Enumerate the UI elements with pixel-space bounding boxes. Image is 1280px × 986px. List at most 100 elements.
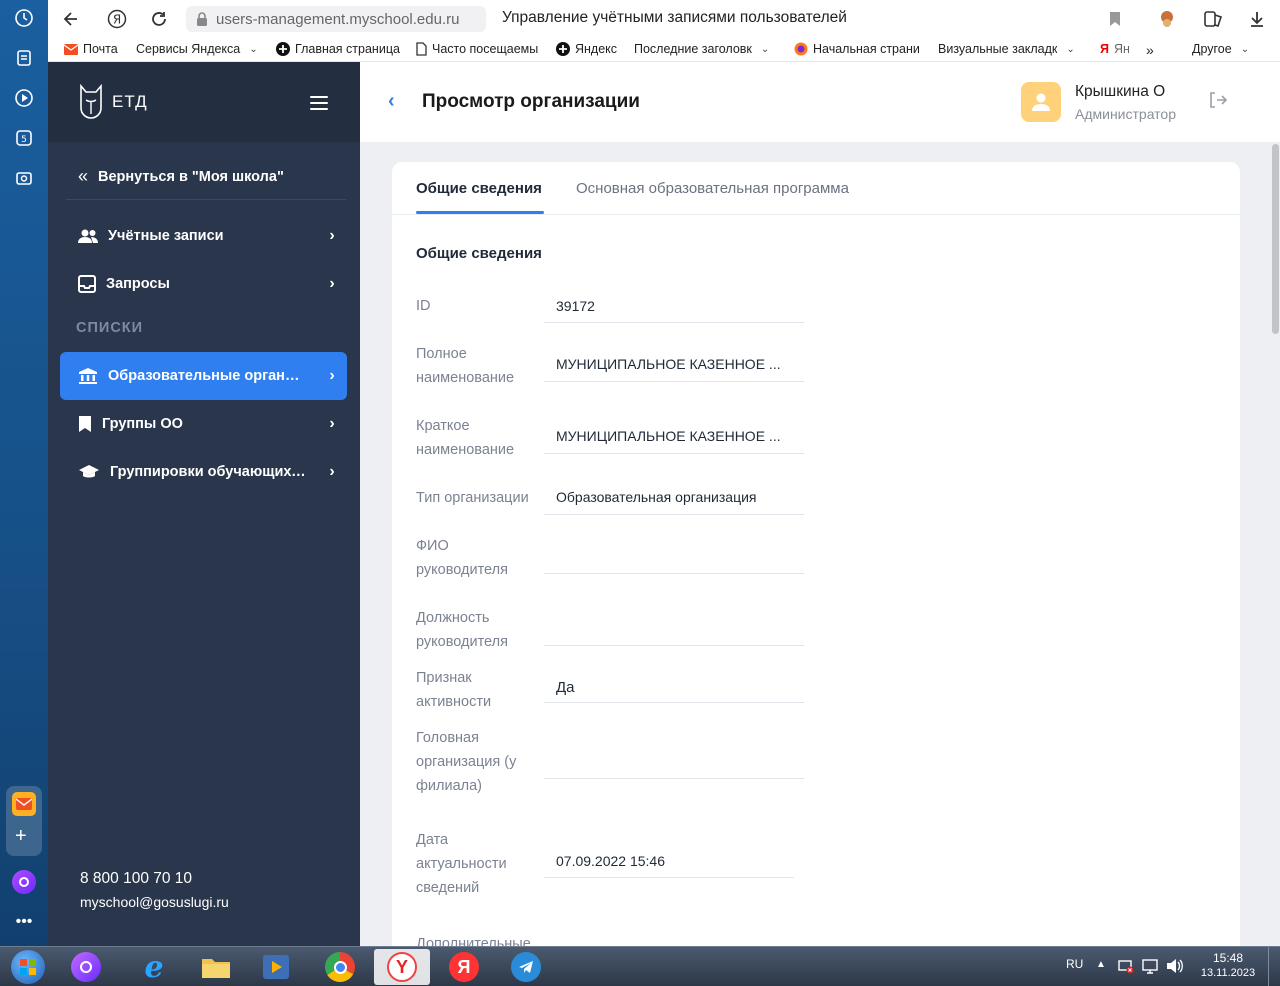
- field-value-id: 39172: [544, 294, 804, 323]
- field-label-active-flag: Признак активности: [416, 670, 492, 710]
- browser-side-panel: 5 + •••: [0, 0, 48, 946]
- bookmark-start-page[interactable]: Начальная страни: [794, 42, 924, 56]
- user-name: Крышкина О: [1075, 83, 1166, 100]
- user-icon: [1032, 93, 1050, 111]
- more-bookmarks-icon[interactable]: »: [1146, 42, 1166, 58]
- calendar-icon[interactable]: 5: [12, 126, 36, 150]
- bookmark-label: Часто посещаемы: [432, 42, 539, 56]
- bookmark-label: Главная страница: [295, 42, 400, 56]
- taskbar: e Y Я RU ▲ 15:48 13.11.2023: [0, 946, 1280, 986]
- taskbar-telegram-icon[interactable]: [498, 949, 554, 985]
- bookmark-label: Яндекс: [575, 42, 618, 56]
- section-label-lists: СПИСКИ: [76, 320, 144, 336]
- taskbar-yandex-icon[interactable]: Я: [436, 949, 492, 985]
- mail-icon[interactable]: [12, 792, 36, 816]
- taskbar-media-icon[interactable]: [248, 949, 304, 985]
- clock-date: 13.11.2023: [1200, 967, 1256, 979]
- bookmark-yandex-services[interactable]: Сервисы Яндекса ⌄: [136, 42, 266, 56]
- bookmark-ya[interactable]: Я Ян: [1100, 42, 1136, 56]
- back-chevron-icon[interactable]: ‹: [388, 90, 395, 113]
- sidebar-item-student-groupings[interactable]: Группировки обучающихся ›: [60, 448, 347, 496]
- menu-icon[interactable]: [310, 96, 328, 110]
- volume-icon[interactable]: [1166, 958, 1184, 977]
- reload-icon[interactable]: [148, 8, 170, 30]
- chevron-right-icon: ›: [329, 463, 335, 480]
- sidebar-item-edu-orgs[interactable]: Образовательные организа... ›: [60, 352, 347, 400]
- support-email[interactable]: myschool@gosuslugi.ru: [80, 894, 229, 910]
- back-arrow-icon[interactable]: [60, 8, 82, 30]
- taskbar-chrome-icon[interactable]: [312, 949, 368, 985]
- tabs: Общие сведения Основная образовательная …: [392, 162, 1240, 215]
- bookmark-frequent[interactable]: Часто посещаемы: [416, 42, 542, 56]
- sidebar-header: ЕТД: [48, 62, 360, 142]
- screenshot-icon[interactable]: [12, 166, 36, 190]
- bookmark-yandex[interactable]: Яндекс: [556, 42, 622, 56]
- field-label-additional: Дополнительные: [416, 936, 531, 946]
- alice-icon[interactable]: [12, 870, 36, 894]
- field-value-short-name: МУНИЦИПАЛЬНОЕ КАЗЕННОЕ ...: [544, 414, 804, 454]
- tab-main-edu-program[interactable]: Основная образовательная программа: [576, 180, 849, 197]
- logo-text: ЕТД: [112, 92, 148, 111]
- history-icon[interactable]: [12, 6, 36, 30]
- bookmark-label: Визуальные закладк: [938, 42, 1058, 56]
- owl-logo-icon: [80, 84, 102, 119]
- sidebar-item-label: Образовательные организа...: [108, 368, 307, 384]
- chevron-down-icon: ⌄: [249, 43, 258, 55]
- field-value-org-type: Образовательная организация: [544, 486, 804, 515]
- scrollbar[interactable]: [1270, 142, 1280, 946]
- scrollbar-thumb[interactable]: [1272, 144, 1279, 334]
- add-icon[interactable]: +: [15, 826, 27, 846]
- taskbar-ie-icon[interactable]: e: [126, 949, 182, 985]
- sidebar-item-accounts[interactable]: Учётные записи ›: [60, 212, 347, 260]
- bookmark-icon: [79, 416, 91, 432]
- address-bar[interactable]: users-management.myschool.edu.ru: [186, 6, 486, 32]
- tray-expand-icon[interactable]: ▲: [1096, 959, 1106, 970]
- start-button[interactable]: [0, 949, 56, 985]
- video-icon[interactable]: [12, 86, 36, 110]
- language-indicator[interactable]: RU: [1066, 957, 1083, 971]
- chevron-down-icon: ⌄: [1240, 43, 1250, 55]
- show-desktop-button[interactable]: [1268, 947, 1280, 986]
- bookmark-icon[interactable]: [1104, 8, 1126, 30]
- field-label-head-name: ФИО руководителя: [416, 538, 508, 578]
- sidebar-item-requests[interactable]: Запросы ›: [60, 260, 347, 308]
- clock[interactable]: 15:48 13.11.2023: [1200, 951, 1256, 979]
- taskbar-yandex-browser-icon[interactable]: Y: [374, 949, 430, 985]
- svg-text:5: 5: [21, 135, 27, 145]
- extension-icon[interactable]: [1156, 8, 1178, 30]
- sidebar-item-label: Группировки обучающихся: [110, 464, 307, 480]
- bookmark-mail[interactable]: Почта: [64, 42, 136, 56]
- bookmark-latest[interactable]: Последние заголовк ⌄: [634, 42, 778, 56]
- bookmark-label: Последние заголовк: [634, 42, 752, 56]
- logout-icon[interactable]: [1209, 92, 1228, 112]
- chevron-right-icon: ›: [329, 227, 335, 244]
- url-text: users-management.myschool.edu.ru: [216, 10, 460, 28]
- bookmark-visual[interactable]: Визуальные закладк ⌄: [938, 42, 1082, 56]
- more-icon[interactable]: •••: [12, 910, 36, 934]
- field-label-full-name: Полное наименование: [416, 346, 515, 386]
- taskbar-explorer-icon[interactable]: [188, 949, 244, 985]
- collections-icon[interactable]: [1202, 8, 1224, 30]
- bookmark-other[interactable]: Другое ⌄: [1192, 42, 1262, 56]
- sidebar-item-org-groups[interactable]: Группы ОО ›: [60, 400, 347, 448]
- field-value-full-name: МУНИЦИПАЛЬНОЕ КАЗЕННОЕ ...: [544, 342, 804, 382]
- organization-card: Общие сведения Основная образовательная …: [392, 162, 1240, 946]
- yandex-button-icon[interactable]: Я: [106, 8, 128, 30]
- avatar[interactable]: [1021, 82, 1061, 122]
- bookmark-home[interactable]: Главная страница: [276, 42, 402, 56]
- network-icon[interactable]: [1118, 958, 1134, 977]
- sidebar-item-label: Запросы: [106, 276, 170, 292]
- display-icon[interactable]: [1142, 958, 1158, 977]
- taskbar-alice-icon[interactable]: [58, 949, 114, 985]
- app-logo[interactable]: ЕТД: [78, 84, 148, 120]
- clock-time: 15:48: [1212, 951, 1244, 965]
- tab-general-info[interactable]: Общие сведения: [416, 180, 542, 197]
- notes-icon[interactable]: [12, 46, 36, 70]
- lock-icon: [197, 12, 207, 26]
- field-value-active-flag: Да: [544, 666, 804, 703]
- back-to-myschool-link[interactable]: « Вернуться в "Моя школа": [78, 166, 284, 187]
- bookmark-label: Почта: [83, 42, 118, 56]
- graduation-cap-icon: [79, 465, 99, 478]
- download-icon[interactable]: [1246, 8, 1268, 30]
- support-phone[interactable]: 8 800 100 70 10: [80, 870, 229, 888]
